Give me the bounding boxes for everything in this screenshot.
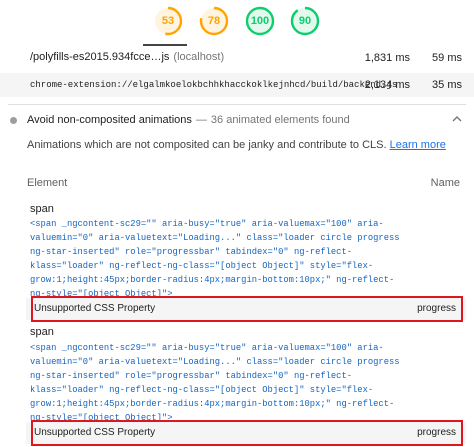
resource-url[interactable]: chrome-extension://elgalmkoelokbchhkhacc… — [30, 80, 397, 90]
resource-url[interactable]: /polyfills-es2015.934fcce…js (localhost) — [30, 51, 224, 63]
total-cpu-time: 1,831 ms — [364, 52, 410, 64]
learn-more-link[interactable]: Learn more — [390, 139, 446, 151]
audit-header[interactable]: Avoid non-composited animations —36 anima… — [27, 114, 350, 126]
element-tag: span — [30, 203, 54, 215]
table-row[interactable]: chrome-extension://elgalmkoelokbchhkhacc… — [0, 73, 474, 97]
gauge-value: 78 — [207, 15, 221, 27]
gray-circle-icon — [10, 117, 17, 124]
audit-description: Animations which are not composited can … — [27, 139, 446, 151]
script-evaluation: 35 ms — [432, 79, 462, 91]
total-cpu-time: 2,134 ms — [364, 79, 410, 91]
gauge-value: 90 — [298, 15, 312, 27]
column-header-name: Name — [430, 177, 460, 189]
highlight-box — [31, 420, 463, 446]
table-row[interactable]: /polyfills-es2015.934fcce…js (localhost) … — [0, 46, 474, 70]
gauge-accessibility[interactable]: 78 — [199, 6, 229, 36]
score-gauges: 53 78 100 90 — [0, 0, 474, 46]
column-header-element: Element — [27, 177, 68, 189]
audit-display-value: 36 animated elements found — [210, 114, 350, 126]
chevron-up-icon[interactable] — [452, 114, 462, 124]
gauge-seo[interactable]: 90 — [290, 6, 320, 36]
gauge-value: 53 — [161, 15, 175, 27]
audit-title: Avoid non-composited animations — [27, 114, 192, 126]
element-snippet[interactable]: <span _ngcontent-sc29="" aria-busy="true… — [30, 217, 410, 301]
gauge-value: 100 — [250, 15, 270, 27]
element-snippet[interactable]: <span _ngcontent-sc29="" aria-busy="true… — [30, 341, 410, 425]
audit-separator: — — [195, 114, 207, 126]
element-tag: span — [30, 326, 54, 338]
divider — [8, 104, 466, 105]
gauge-performance[interactable]: 53 — [153, 6, 183, 36]
highlight-box — [31, 296, 463, 322]
gauge-best-practices[interactable]: 100 — [245, 6, 275, 36]
script-evaluation: 59 ms — [432, 52, 462, 64]
